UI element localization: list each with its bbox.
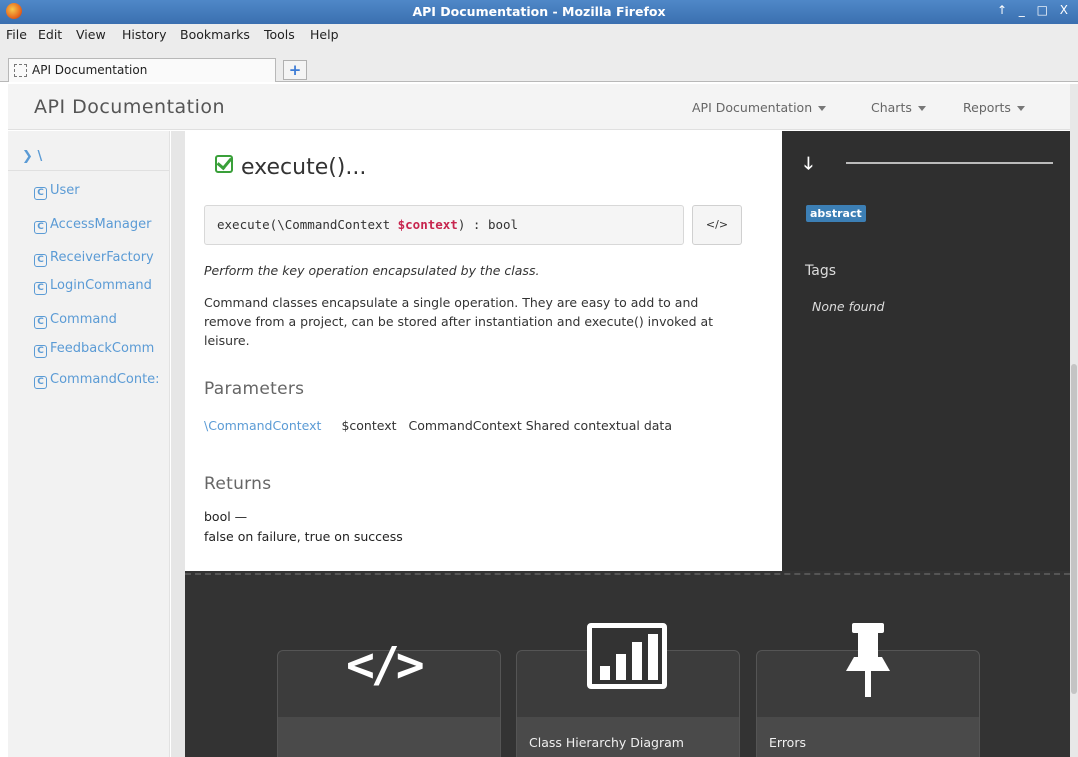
menu-help[interactable]: Help <box>310 27 339 42</box>
menu-history[interactable]: History <box>122 27 166 42</box>
tab-strip: API Documentation + <box>0 58 1078 82</box>
signature-suffix: ) : bool <box>457 217 519 232</box>
nav-api-documentation[interactable]: API Documentation <box>692 100 827 115</box>
class-icon: C <box>34 221 47 234</box>
abstract-badge: abstract <box>806 205 866 222</box>
card-label: Errors <box>769 735 806 750</box>
sidebar-divider <box>8 170 169 171</box>
tags-heading: Tags <box>805 263 836 279</box>
sidebar: ❯ \ C User C AccessManager C ReceiverFactor… <box>8 131 170 757</box>
caret-down-icon <box>818 106 827 111</box>
bar-chart-icon-bar <box>600 666 610 680</box>
signature-code: execute(\CommandContext $context) : bool <box>217 217 518 232</box>
namespace-label: \ <box>37 149 43 164</box>
scrollbar-thumb[interactable] <box>1071 364 1077 694</box>
sidebar-item-label: FeedbackComm <box>50 341 155 356</box>
bar-chart-icon <box>587 623 667 689</box>
sidebar-item-label: ReceiverFactory <box>50 250 154 265</box>
nav-charts[interactable]: Charts <box>871 100 926 115</box>
view-source-button[interactable]: </> <box>692 205 742 245</box>
namespace-toggle[interactable]: ❯ \ <box>22 149 42 164</box>
sidebar-item-label: Command <box>50 312 117 327</box>
bar-chart-icon-bar <box>616 654 626 680</box>
menu-tools[interactable]: Tools <box>264 27 295 42</box>
nav-reports[interactable]: Reports <box>963 100 1025 115</box>
sidebar-item-user[interactable]: C User <box>34 183 170 200</box>
class-icon: C <box>34 345 47 358</box>
class-icon: C <box>34 187 47 200</box>
returns-heading: Returns <box>204 474 272 494</box>
arrow-down-icon[interactable]: 🡓 <box>804 151 813 180</box>
tags-empty: None found <box>812 299 885 314</box>
details-divider <box>846 162 1053 164</box>
class-icon: C <box>34 376 47 389</box>
bar-chart-icon-bar <box>632 642 642 680</box>
method-detail: execute()... execute(\CommandContext $co… <box>185 131 782 571</box>
window-controls[interactable]: ↑ _ □ X <box>997 3 1072 17</box>
signature-param: $context <box>397 217 458 232</box>
sidebar-gutter <box>171 131 185 757</box>
method-summary: Perform the key operation encapsulated b… <box>204 263 540 278</box>
tab-label: API Documentation <box>32 63 148 77</box>
card-label: Class Hierarchy Diagram <box>529 735 684 750</box>
returns-type: bool — <box>204 509 248 524</box>
menu-edit[interactable]: Edit <box>38 27 62 42</box>
sidebar-item-accessmanager[interactable]: C AccessManager <box>34 217 170 234</box>
window-titlebar: API Documentation - Mozilla Firefox ↑ _ … <box>0 0 1078 24</box>
method-description: Command classes encapsulate a single ope… <box>204 295 714 348</box>
signature-prefix: execute(\CommandContext <box>217 217 398 232</box>
class-icon: C <box>34 254 47 267</box>
method-title: execute()... <box>215 155 366 180</box>
method-title-text: execute()... <box>241 155 367 180</box>
sidebar-item-logincommand[interactable]: C LoginCommand <box>34 278 170 295</box>
page-icon <box>14 64 27 77</box>
sidebar-item-receiverfactory[interactable]: C ReceiverFactory <box>34 250 170 267</box>
parameter-type-link[interactable]: \CommandContext <box>204 418 321 433</box>
tab-api-documentation[interactable]: API Documentation <box>8 58 276 82</box>
returns-description: false on failure, true on success <box>204 529 403 544</box>
class-icon: C <box>34 316 47 329</box>
menu-bookmarks[interactable]: Bookmarks <box>180 27 250 42</box>
parameter-name: $context <box>341 418 397 433</box>
menu-file[interactable]: File <box>6 27 27 42</box>
card-footer <box>278 717 500 757</box>
sidebar-item-commandcontext[interactable]: C CommandConte: <box>34 372 170 389</box>
checkbox-checked-icon <box>215 155 233 173</box>
method-signature: execute(\CommandContext $context) : bool <box>204 205 684 245</box>
sidebar-item-feedbackcommand[interactable]: C FeedbackComm <box>34 341 170 358</box>
footer-divider <box>185 573 1070 575</box>
menu-view[interactable]: View <box>76 27 106 42</box>
class-icon: C <box>34 282 47 295</box>
brand-title[interactable]: API Documentation <box>34 96 225 118</box>
chevron-down-icon: ❯ <box>22 149 33 164</box>
new-tab-button[interactable]: + <box>283 60 307 80</box>
bar-chart-icon-bar <box>648 634 658 680</box>
menu-bar: File Edit View History Bookmarks Tools H… <box>0 24 1078 58</box>
caret-down-icon <box>1016 106 1025 111</box>
app-header: API Documentation API Documentation Char… <box>8 84 1070 130</box>
caret-down-icon <box>917 106 926 111</box>
sidebar-item-label: User <box>50 183 80 198</box>
sidebar-item-label: LoginCommand <box>50 278 152 293</box>
sidebar-item-command[interactable]: C Command <box>34 312 170 329</box>
code-icon: </> <box>346 637 425 693</box>
nav-label: API Documentation <box>692 100 813 115</box>
window-title: API Documentation - Mozilla Firefox <box>412 4 666 19</box>
details-panel: 🡓 abstract Tags None found <box>782 131 1070 571</box>
nav-label: Charts <box>871 100 912 115</box>
parameter-description: CommandContext Shared contextual data <box>408 418 672 433</box>
sidebar-item-label: AccessManager <box>50 217 152 232</box>
sidebar-item-label: CommandConte: <box>50 372 160 387</box>
page-scrollbar[interactable] <box>1070 84 1078 757</box>
parameters-heading: Parameters <box>204 379 305 399</box>
pushpin-icon <box>846 623 890 697</box>
parameter-row: \CommandContext $context CommandContext Sh… <box>204 418 672 433</box>
nav-label: Reports <box>963 100 1011 115</box>
